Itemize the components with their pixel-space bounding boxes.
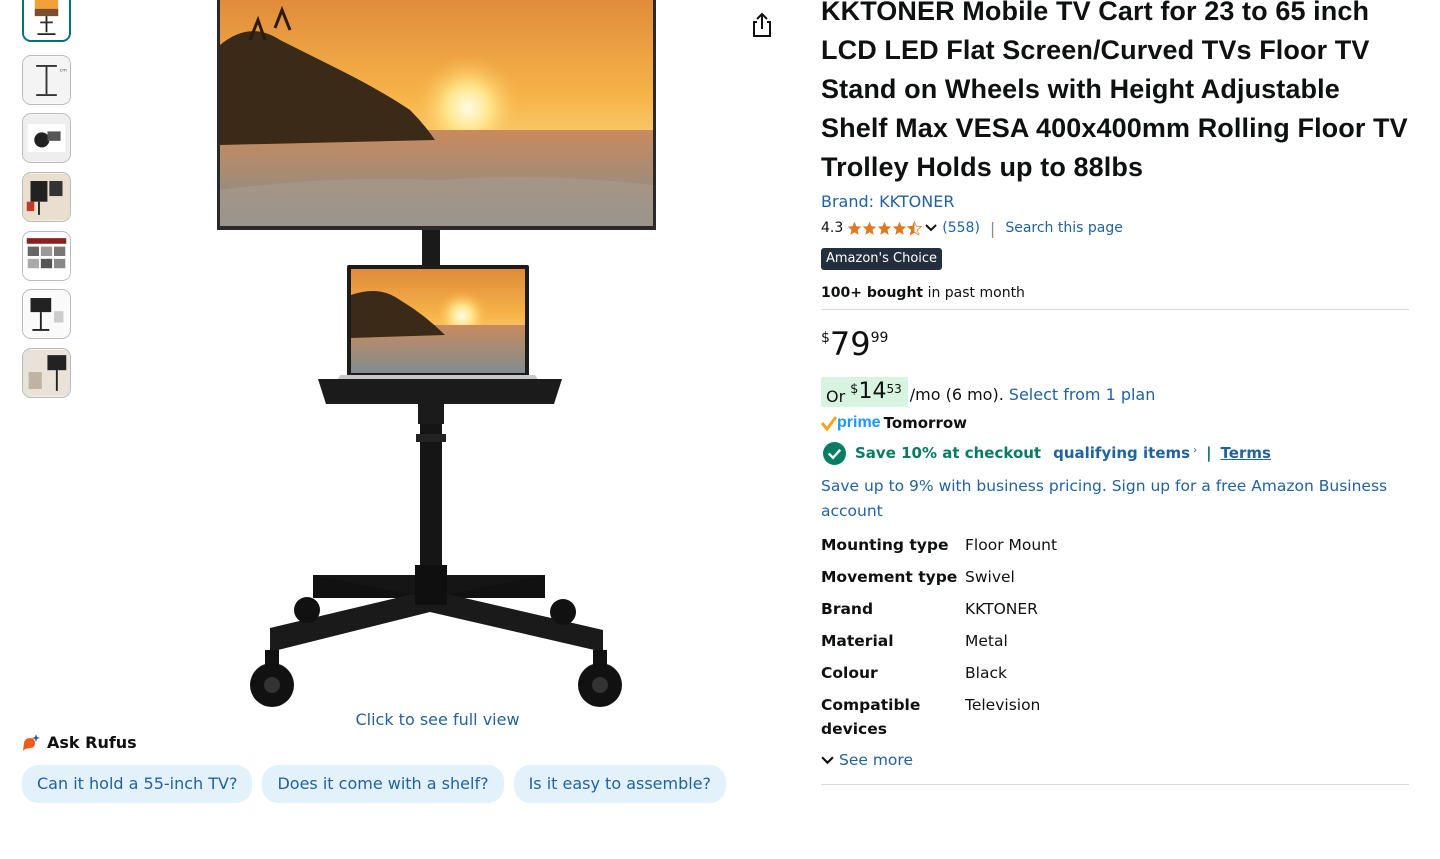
installment-whole: 14	[858, 379, 887, 404]
installment-per-month: /mo (6 mo).	[909, 384, 1004, 404]
spec-label: Movement type	[821, 568, 958, 586]
rating-row: 4.3 (558) | Search this page	[821, 218, 1411, 238]
bought-in-past-month: 100+ bought in past month	[821, 285, 1411, 301]
product-main-image[interactable]	[210, 0, 665, 712]
star-icon	[878, 221, 892, 235]
separator: |	[989, 218, 996, 238]
star-icon	[893, 221, 907, 235]
qualifying-items-link[interactable]: qualifying items	[1053, 444, 1190, 462]
brand-link[interactable]: Brand: KKTONER	[821, 192, 1411, 212]
delivery-day: Tomorrow	[883, 414, 968, 432]
rating-value: 4.3	[821, 220, 844, 236]
amazons-choice-badge[interactable]: Amazon's Choice	[821, 248, 943, 270]
spec-value: Floor Mount	[965, 536, 1058, 554]
star-rating[interactable]	[847, 220, 923, 236]
promo-row: Save 10% at checkout qualifying items › …	[821, 441, 1411, 465]
spec-label: Material	[821, 632, 894, 650]
business-pricing-link[interactable]: Save up to 9% with business pricing. Sig…	[821, 474, 1401, 524]
divider	[821, 784, 1409, 785]
rufus-question-chips: Can it hold a 55-inch TV? Does it come w…	[22, 765, 727, 803]
thumbnail-2[interactable]: cm	[22, 55, 71, 105]
svg-text:cm: cm	[60, 69, 68, 74]
installment-fraction: 53	[886, 382, 902, 396]
bought-suffix: in past month	[923, 285, 1025, 301]
rufus-icon	[23, 733, 40, 751]
spec-row: Mounting type Floor Mount	[821, 533, 1409, 557]
prime-logo: prime	[837, 414, 881, 431]
rufus-question-chip[interactable]: Can it hold a 55-inch TV?	[22, 765, 253, 803]
spec-value: Metal	[965, 632, 1008, 650]
star-icon	[848, 221, 862, 235]
product-title: KKTONER Mobile TV Cart for 23 to 65 inch…	[821, 0, 1408, 182]
chevron-right-icon: ›	[1193, 444, 1198, 456]
installment-price: Or $ 14 53	[821, 377, 908, 407]
spec-label: Compatible devices	[821, 696, 921, 738]
price-fraction: 99	[870, 330, 889, 346]
price: $ 79 99	[821, 326, 1411, 366]
spec-value: Television	[965, 696, 1041, 714]
search-this-page-link[interactable]: Search this page	[1005, 220, 1123, 236]
full-view-link[interactable]: Click to see full view	[340, 710, 535, 729]
see-more-button[interactable]: See more	[821, 751, 1411, 769]
thumbnail-7[interactable]	[22, 348, 71, 398]
price-whole: 79	[829, 325, 871, 363]
ask-rufus-section: Ask Rufus	[22, 733, 137, 752]
spec-row: Colour Black	[821, 661, 1409, 685]
spec-table: Mounting type Floor Mount Movement type …	[821, 533, 1409, 741]
bought-count: 100+ bought	[821, 285, 924, 301]
spec-row: Material Metal	[821, 629, 1409, 653]
thumbnail-1[interactable]	[22, 0, 71, 42]
spec-value: KKTONER	[965, 600, 1038, 618]
spec-row: Movement type Swivel	[821, 565, 1409, 589]
check-circle-icon	[823, 441, 846, 465]
rufus-question-chip[interactable]: Does it come with a shelf?	[262, 765, 504, 803]
product-details: KKTONER Mobile TV Cart for 23 to 65 inch…	[821, 0, 1411, 785]
divider	[821, 309, 1409, 310]
share-icon[interactable]	[748, 10, 776, 40]
see-more-label: See more	[839, 751, 913, 769]
promo-separator: |	[1206, 444, 1212, 462]
spec-value: Black	[965, 664, 1007, 682]
rufus-question-chip[interactable]: Is it easy to assemble?	[513, 765, 727, 803]
spec-row: Brand KKTONER	[821, 597, 1409, 621]
thumbnail-6[interactable]	[22, 289, 71, 339]
half-star-icon	[907, 220, 923, 236]
select-plan-link[interactable]: Select from 1 plan	[1009, 385, 1156, 404]
prime-check-icon	[821, 416, 837, 431]
terms-link[interactable]: Terms	[1221, 444, 1271, 462]
installment-symbol: $	[850, 382, 859, 397]
spec-value: Swivel	[965, 568, 1015, 586]
rating-count-link[interactable]: (558)	[942, 220, 980, 236]
price-symbol: $	[821, 330, 830, 346]
installment-or: Or	[826, 387, 846, 406]
star-icon	[863, 221, 877, 235]
save-percent-text: Save 10% at checkout	[855, 444, 1042, 462]
thumbnail-4[interactable]	[22, 172, 71, 222]
thumbnail-5[interactable]	[22, 231, 71, 281]
chevron-down-icon[interactable]	[925, 222, 937, 234]
spec-row: Compatible devices Television	[821, 693, 1409, 741]
installment-row: Or $ 14 53 /mo (6 mo). Select from 1 pla…	[821, 376, 1411, 408]
prime-delivery: prime Tomorrow	[821, 412, 1411, 434]
ask-rufus-title: Ask Rufus	[47, 733, 137, 752]
spec-label: Colour	[821, 664, 878, 682]
spec-label: Mounting type	[821, 536, 949, 554]
spec-label: Brand	[821, 600, 874, 618]
chevron-down-icon	[821, 755, 834, 764]
thumbnail-3[interactable]	[22, 113, 71, 163]
